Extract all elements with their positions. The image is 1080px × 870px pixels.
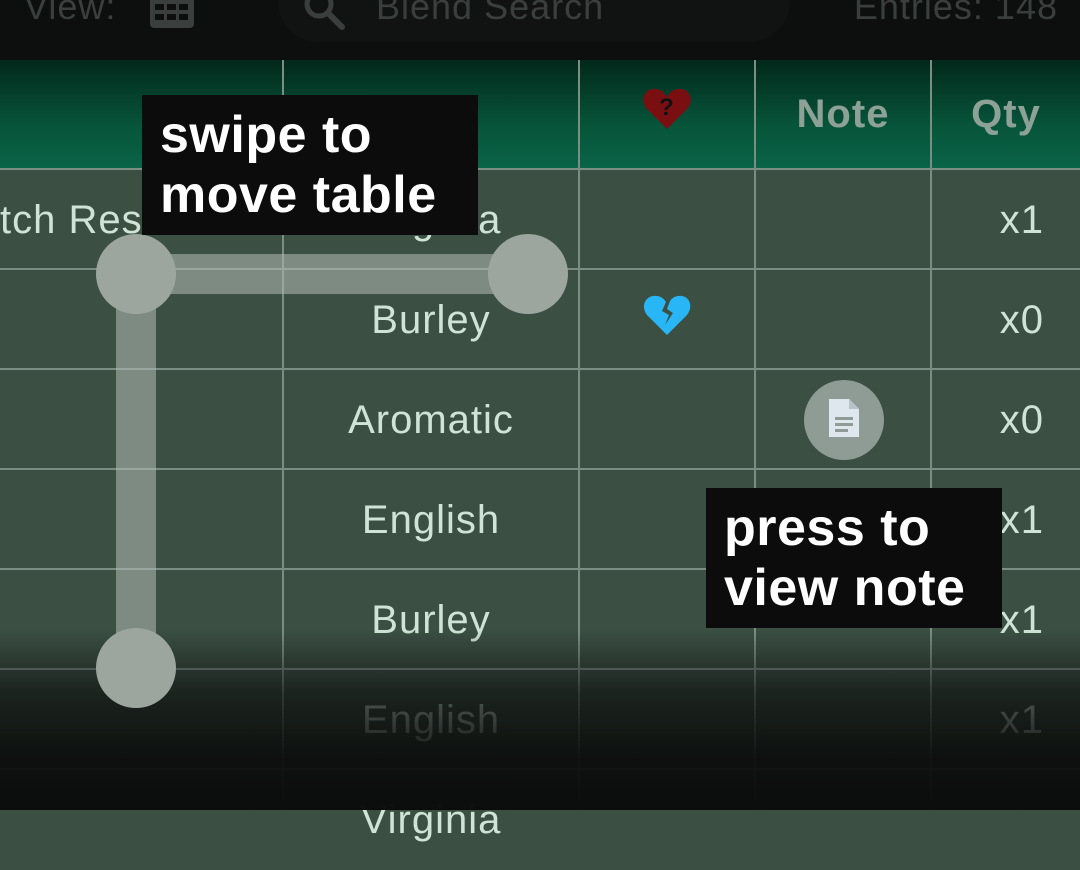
swipe-tutorial-tooltip: swipe to move table	[142, 95, 478, 235]
note-tutorial-tooltip: press to view note	[706, 488, 1002, 628]
tooltip-line: press to	[724, 499, 931, 557]
note-icon	[827, 397, 861, 444]
view-note-button[interactable]	[804, 380, 884, 460]
tooltip-line: move table	[160, 166, 437, 224]
swipe-touch-point	[488, 234, 568, 314]
swipe-touch-point	[96, 234, 176, 314]
tooltip-line: view note	[724, 559, 966, 617]
swipe-touch-point	[96, 628, 176, 708]
tooltip-line: swipe to	[160, 106, 373, 164]
